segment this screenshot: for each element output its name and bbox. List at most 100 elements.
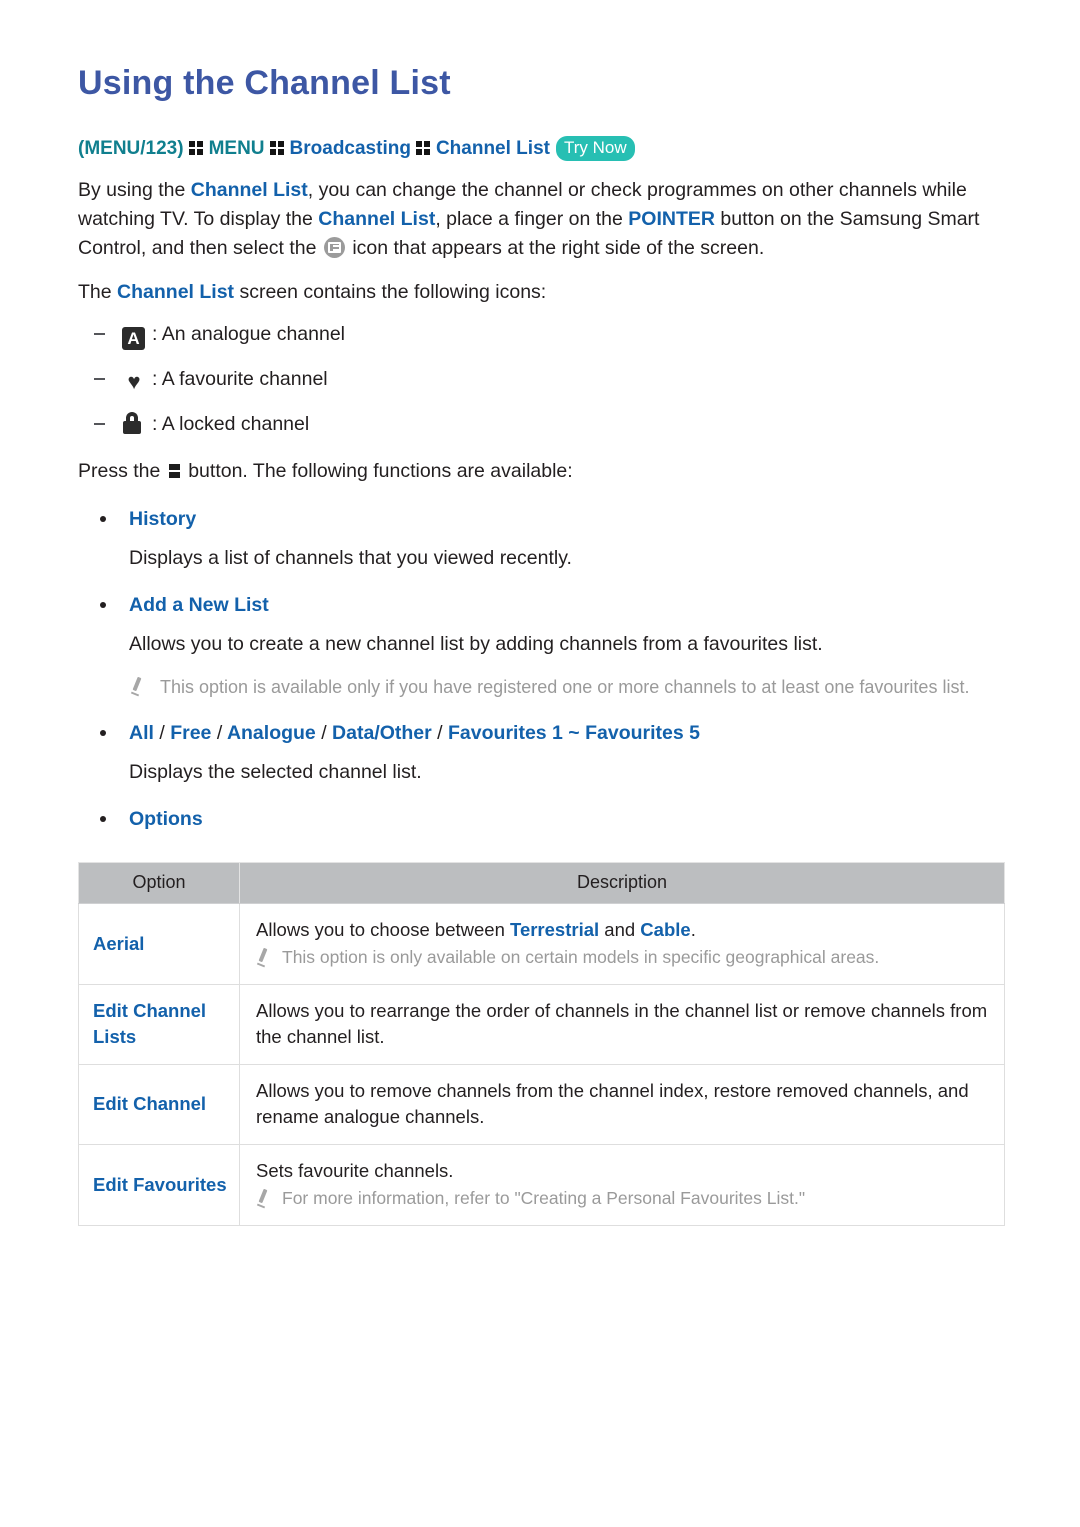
breadcrumb-menu[interactable]: MENU (209, 138, 265, 159)
bullet-dot (100, 730, 106, 736)
favourite-heart-icon: ♥ (127, 369, 141, 394)
options-table: Option Description Aerial Allows you to … (78, 862, 1005, 1226)
intro-paragraph: By using the Channel List, you can chang… (78, 161, 1002, 263)
section-title-label: Add a New List (129, 594, 269, 616)
description-line: Sets favourite channels. (256, 1160, 454, 1181)
analogue-channel-icon: A (122, 324, 152, 352)
breadcrumb-broadcasting[interactable]: Broadcasting (290, 138, 411, 159)
table-cell-option-edit-favourites[interactable]: Edit Favourites (78, 1144, 240, 1226)
channel-list-tv-icon (323, 237, 345, 258)
press-text-1: Press the (78, 460, 166, 482)
intro-link-channel-list-1[interactable]: Channel List (191, 179, 308, 201)
icons-intro-text-1: The (78, 281, 118, 303)
menu-grid-icon (415, 141, 431, 156)
filter-separator: / (321, 722, 327, 744)
icons-intro-paragraph: The Channel List screen contains the fol… (78, 263, 1002, 307)
table-col-header-option: Option (78, 862, 240, 904)
table-cell-option-aerial[interactable]: Aerial (78, 903, 240, 985)
table-header-row: Option Description (78, 862, 1005, 904)
section-history-desc: Displays a list of channels that you vie… (129, 547, 572, 569)
section-add-new-list-desc: Allows you to create a new channel list … (129, 633, 823, 655)
table-cell-description-edit-channel: Allows you to remove channels from the c… (239, 1064, 1005, 1145)
bullet-dot (100, 816, 106, 822)
pencil-note-icon (130, 676, 145, 702)
legend-label: : A favourite channel (152, 368, 328, 390)
filter-option-analogue[interactable]: Analogue (227, 722, 316, 744)
menu-grid-icon (188, 141, 204, 156)
section-add-new-list-title[interactable]: Add a New List (78, 591, 1002, 619)
bullet-dot (100, 602, 106, 608)
note-text: This option is available only if you hav… (160, 677, 970, 697)
note-text: This option is only available on certain… (282, 947, 880, 967)
menu-grid-icon (269, 141, 285, 156)
table-col-header-description: Description (239, 862, 1005, 904)
table-row: Edit Channel Allows you to remove channe… (78, 1064, 1005, 1145)
pencil-note-icon (256, 947, 271, 973)
legend-label: : A locked channel (152, 413, 310, 435)
intro-link-pointer[interactable]: POINTER (628, 208, 715, 230)
more-options-button-glyph (168, 464, 180, 479)
table-row: Aerial Allows you to choose between Terr… (78, 903, 1005, 985)
dash-marker (94, 423, 105, 425)
filter-option-all[interactable]: All (129, 722, 154, 744)
section-add-new-list-note: This option is available only if you hav… (78, 658, 1002, 700)
breadcrumb-menu123[interactable]: MENU/123 (84, 138, 177, 159)
pencil-note-icon (256, 1188, 271, 1214)
section-title-label: History (129, 508, 197, 530)
section-options-title[interactable]: Options (78, 805, 1002, 833)
section-channel-list-filters-desc: Displays the selected channel list. (129, 761, 422, 783)
table-cell-description-aerial: Allows you to choose between Terrestrial… (239, 903, 1005, 985)
section-title-label: Options (129, 808, 203, 830)
try-now-badge[interactable]: Try Now (555, 136, 635, 161)
desc-link-terrestrial[interactable]: Terrestrial (510, 919, 599, 940)
table-cell-note: For more information, refer to "Creating… (256, 1185, 988, 1211)
bullet-dot (100, 516, 106, 522)
dash-marker (94, 378, 105, 380)
description-line: Allows you to choose between Terrestrial… (256, 917, 988, 943)
table-cell-description-edit-channel-lists: Allows you to rearrange the order of cha… (239, 984, 1005, 1065)
intro-text-5: icon that appears at the right side of t… (346, 237, 765, 259)
desc-link-cable[interactable]: Cable (640, 919, 690, 940)
table-cell-note: This option is only available on certain… (256, 944, 988, 970)
intro-text-1: By using the (78, 179, 191, 201)
press-text-2: button. The following functions are avai… (182, 460, 573, 482)
intro-text-3: , place a finger on the (435, 208, 629, 230)
press-button-paragraph: Press the button. The following function… (78, 442, 1002, 486)
section-add-new-list: Add a New List Allows you to create a ne… (78, 572, 1002, 700)
breadcrumb: (MENU/123) MENU Broadcasting Channel List Tr… (78, 136, 1002, 161)
channel-icon-legend: A: An analogue channel ♥ : A favourite ch… (78, 307, 1002, 442)
section-history: History Displays a list of channels that… (78, 486, 1002, 572)
note-text: For more information, refer to "Creating… (282, 1188, 806, 1208)
filter-separator: / (437, 722, 443, 744)
icons-intro-link-channel-list[interactable]: Channel List (117, 281, 234, 303)
table-cell-option-edit-channel-lists[interactable]: Edit Channel Lists (78, 984, 240, 1065)
section-options: Options (78, 786, 1002, 833)
filter-separator: / (216, 722, 223, 744)
filter-option-data-other[interactable]: Data/Other (332, 722, 432, 744)
list-item: A: An analogue channel (78, 307, 1002, 352)
filter-option-favourites-range[interactable]: Favourites 1 ~ Favourites 5 (448, 722, 700, 744)
list-item: ♥ : A favourite channel (78, 352, 1002, 397)
table-row: Edit Favourites Sets favourite channels.… (78, 1144, 1005, 1226)
section-channel-list-filters-title: All / Free / Analogue / Data/Other / Fav… (78, 719, 1002, 747)
breadcrumb-channel-list[interactable]: Channel List (436, 138, 550, 159)
desc-text-2: and (599, 919, 641, 940)
filter-separator: / (159, 722, 165, 744)
breadcrumb-close-paren: ) (177, 138, 184, 159)
legend-label: : An analogue channel (152, 323, 346, 345)
table-cell-description-edit-favourites: Sets favourite channels. For more inform… (239, 1144, 1005, 1226)
page-title: Using the Channel List (78, 64, 451, 102)
list-item: : A locked channel (78, 397, 1002, 442)
desc-text-3: . (690, 919, 696, 940)
table-cell-option-edit-channel[interactable]: Edit Channel (78, 1064, 240, 1145)
section-history-title[interactable]: History (78, 505, 1002, 533)
document-page: Using the Channel List (MENU/123) MENU Bro… (0, 0, 1080, 1527)
dash-marker (94, 333, 105, 335)
desc-text-1: Allows you to choose between (256, 919, 511, 940)
section-channel-list-filters: All / Free / Analogue / Data/Other / Fav… (78, 700, 1002, 786)
icons-intro-text-2: screen contains the following icons: (234, 281, 547, 303)
table-row: Edit Channel Lists Allows you to rearran… (78, 984, 1005, 1065)
intro-link-channel-list-2[interactable]: Channel List (318, 208, 435, 230)
locked-padlock-icon (122, 412, 152, 442)
filter-option-free[interactable]: Free (170, 722, 211, 744)
